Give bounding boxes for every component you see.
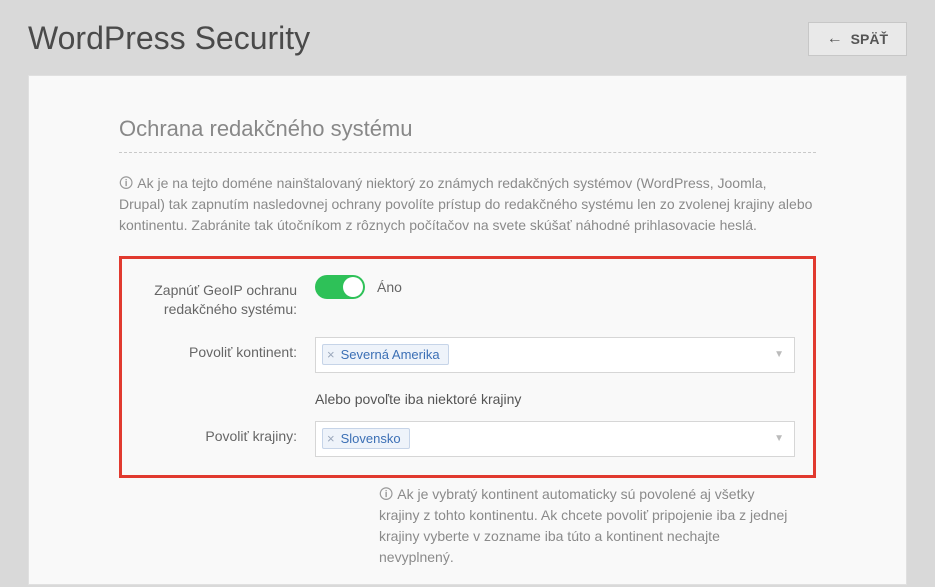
- country-tag: × Slovensko: [322, 428, 410, 449]
- arrow-left-icon: ←: [827, 31, 843, 47]
- country-select[interactable]: × Slovensko ▼: [315, 421, 795, 457]
- continent-tag-label: Severná Amerika: [341, 347, 440, 362]
- info-icon: 🛈: [379, 484, 393, 505]
- divider: [119, 152, 816, 153]
- country-tag-label: Slovensko: [341, 431, 401, 446]
- page-title: WordPress Security: [28, 20, 310, 57]
- section-title: Ochrana redakčného systému: [119, 116, 816, 142]
- enable-geoip-value: Áno: [377, 279, 402, 295]
- enable-geoip-label: Zapnúť GeoIP ochranu redakčného systému:: [140, 275, 315, 319]
- footer-description-text: Ak je vybratý kontinent automaticky sú p…: [379, 486, 787, 565]
- info-icon: 🛈: [119, 173, 133, 194]
- chevron-down-icon[interactable]: ▼: [774, 349, 784, 360]
- chevron-down-icon[interactable]: ▼: [774, 433, 784, 444]
- back-button[interactable]: ← SPÄŤ: [808, 22, 907, 56]
- continent-tag: × Severná Amerika: [322, 344, 449, 365]
- row-enable-geoip: Zapnúť GeoIP ochranu redakčného systému:…: [140, 275, 795, 319]
- highlighted-settings: Zapnúť GeoIP ochranu redakčného systému:…: [119, 256, 816, 478]
- or-countries-hint: Alebo povoľte iba niektoré krajiny: [315, 391, 521, 407]
- continent-select[interactable]: × Severná Amerika ▼: [315, 337, 795, 373]
- remove-tag-icon[interactable]: ×: [327, 431, 335, 446]
- allow-country-label: Povoliť krajiny:: [140, 421, 315, 446]
- row-allow-country: Povoliť krajiny: × Slovensko ▼: [140, 421, 795, 457]
- section-description-text: Ak je na tejto doméne nainštalovaný niek…: [119, 175, 812, 233]
- toggle-knob: [343, 277, 363, 297]
- page-header: WordPress Security ← SPÄŤ: [0, 0, 935, 75]
- footer-description: 🛈Ak je vybratý kontinent automaticky sú …: [379, 484, 816, 568]
- row-or-hint: Alebo povoľte iba niektoré krajiny: [140, 391, 795, 407]
- allow-continent-label: Povoliť kontinent:: [140, 337, 315, 362]
- enable-geoip-toggle[interactable]: [315, 275, 365, 299]
- row-allow-continent: Povoliť kontinent: × Severná Amerika ▼: [140, 337, 795, 373]
- section-description: 🛈Ak je na tejto doméne nainštalovaný nie…: [119, 173, 816, 236]
- remove-tag-icon[interactable]: ×: [327, 347, 335, 362]
- back-button-label: SPÄŤ: [851, 31, 888, 47]
- settings-panel: Ochrana redakčného systému 🛈Ak je na tej…: [28, 75, 907, 585]
